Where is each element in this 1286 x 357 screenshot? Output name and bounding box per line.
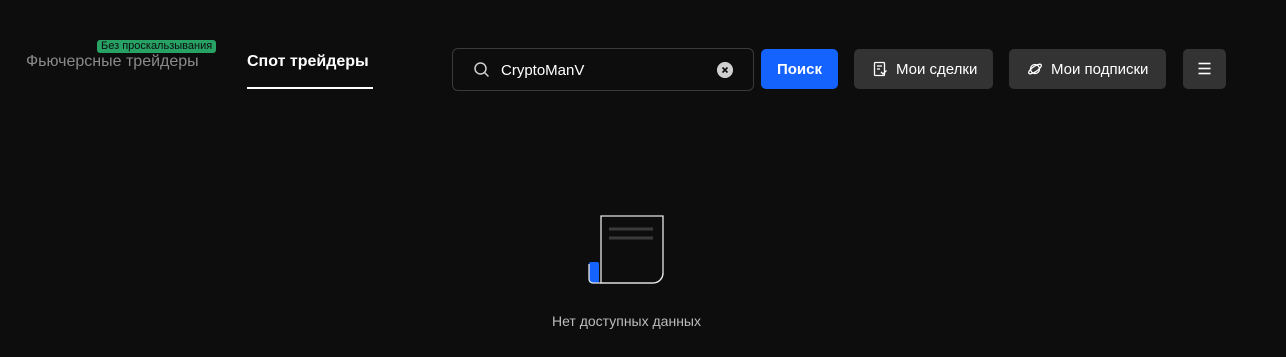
search-input[interactable] [501,59,701,81]
search-button[interactable]: Поиск [761,49,838,89]
tab-futures-traders[interactable]: Фьючерсные трейдеры [26,53,199,71]
subscriptions-icon [1028,63,1042,75]
empty-state-text: Нет доступных данных [551,313,701,329]
my-subscriptions-button[interactable]: Мои подписки [1009,49,1166,89]
page: Фьючерсные трейдеры Без проскальзывания … [0,0,1286,357]
trades-icon [873,61,887,77]
empty-document-icon [588,215,664,284]
no-slippage-badge: Без проскальзывания [97,40,217,53]
search-box [452,48,754,91]
clear-icon[interactable] [717,62,733,78]
search-icon [474,62,489,77]
menu-icon [1198,62,1211,75]
tab-spot-traders[interactable]: Спот трейдеры [247,53,369,71]
my-trades-label: Мои сделки [896,60,978,78]
my-subscriptions-label: Мои подписки [1051,60,1149,78]
menu-button[interactable] [1183,49,1226,89]
my-trades-button[interactable]: Мои сделки [854,49,993,89]
tab-spot-label: Спот трейдеры [247,53,369,70]
active-tab-indicator [247,87,373,89]
tab-futures-label: Фьючерсные трейдеры [26,53,199,70]
